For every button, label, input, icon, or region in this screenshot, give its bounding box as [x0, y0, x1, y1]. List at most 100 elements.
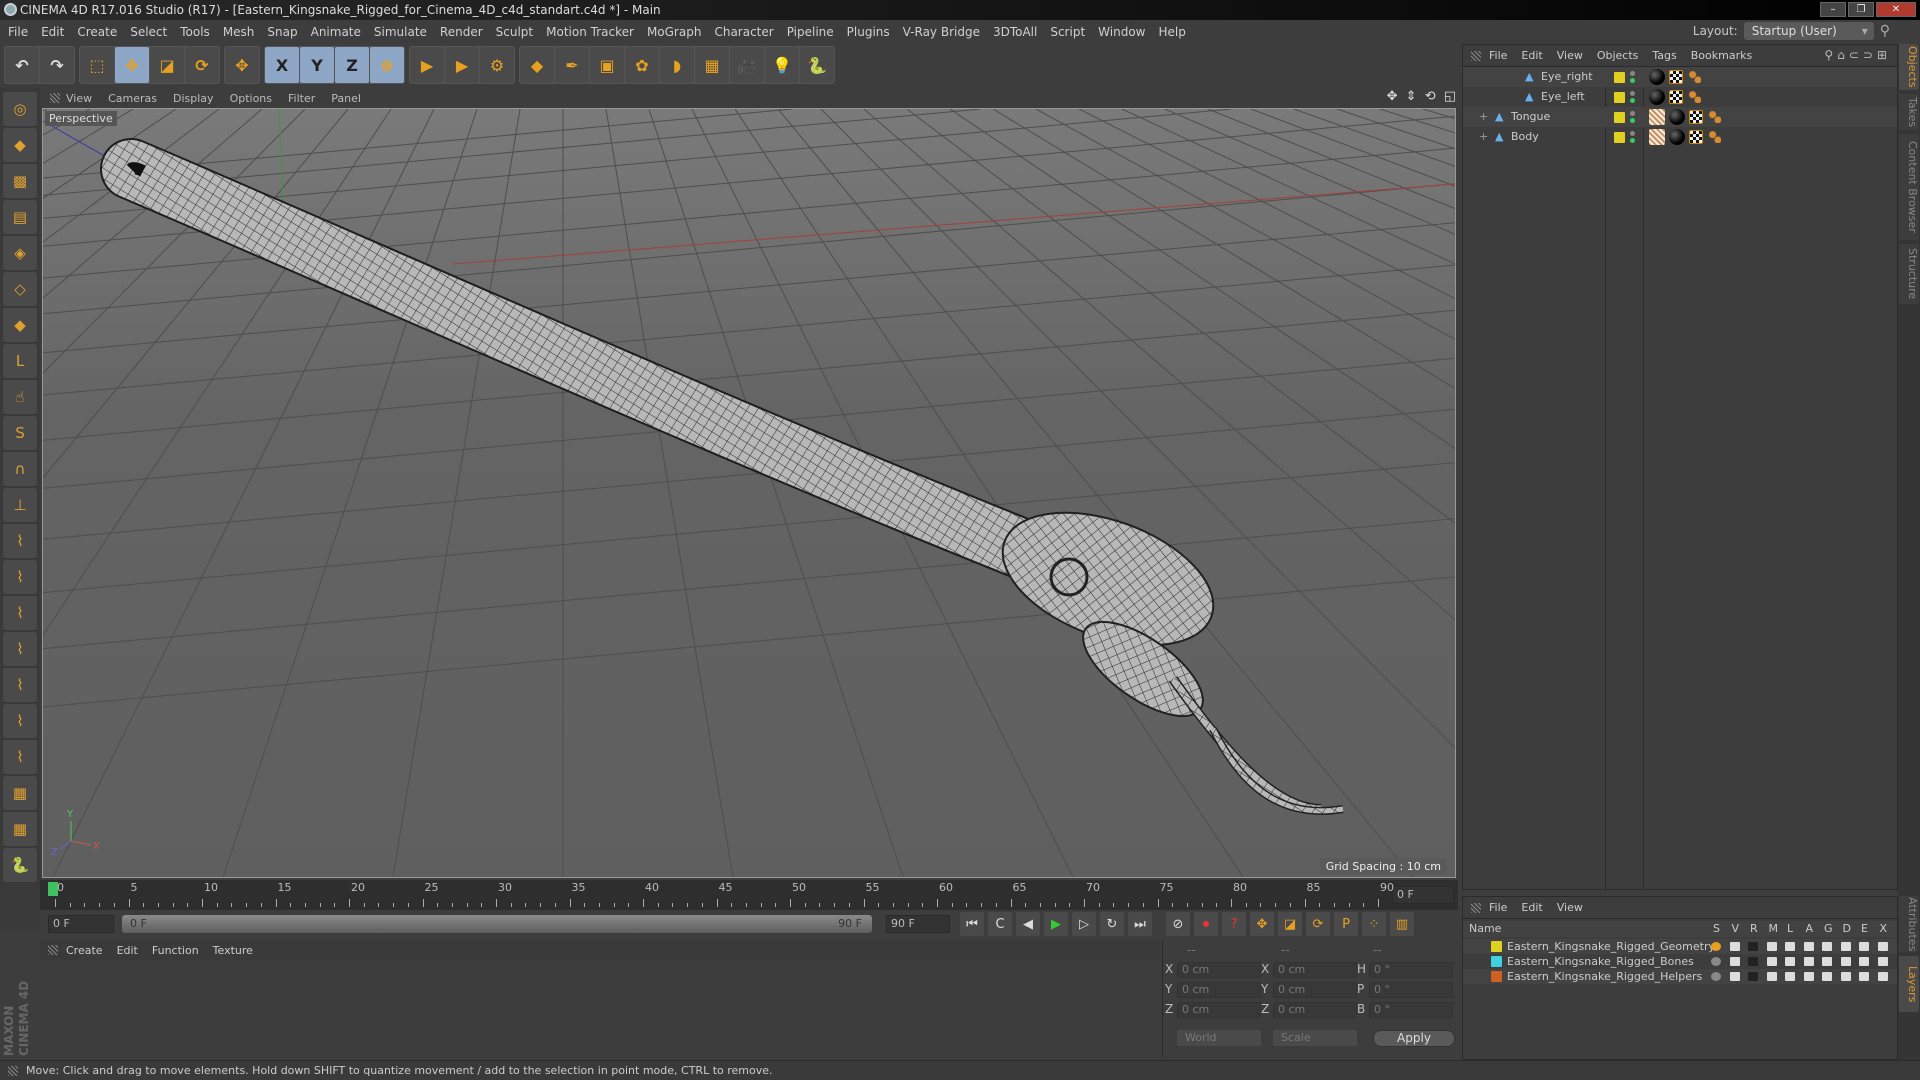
tweak-button[interactable]: ☝	[3, 380, 37, 414]
redo-button[interactable]: ↷	[40, 47, 74, 83]
texture-tag-icon[interactable]	[1669, 70, 1683, 84]
layer-locked-toggle-icon[interactable]	[1785, 942, 1795, 951]
layers-menu-view[interactable]: View	[1557, 901, 1583, 914]
layer-visible-toggle-icon[interactable]	[1729, 972, 1740, 981]
snap-button[interactable]: S	[3, 416, 37, 450]
key-rotation-button[interactable]: ⟳	[1306, 912, 1330, 936]
layer-color-swatch[interactable]	[1614, 132, 1625, 143]
sculpt-brush-2-button[interactable]: ⌇	[3, 560, 37, 594]
coord-field-x-size[interactable]: 0 cm	[1273, 962, 1357, 978]
light-button[interactable]: 💡	[765, 47, 799, 83]
deformer-button[interactable]: ◗	[660, 47, 694, 83]
link-icon[interactable]: ⊂⊃	[1849, 48, 1877, 62]
menu-window[interactable]: Window	[1098, 25, 1145, 39]
layer-generators-toggle-icon[interactable]	[1822, 957, 1832, 966]
menu-render[interactable]: Render	[440, 25, 483, 39]
layer-row[interactable]: Eastern_Kingsnake_Rigged_Helpers	[1463, 969, 1897, 984]
layer-color-swatch[interactable]	[1614, 112, 1625, 123]
material-tag-icon[interactable]	[1669, 109, 1685, 125]
play-button[interactable]: ▶	[1044, 912, 1068, 936]
material-tag-icon[interactable]	[1669, 129, 1685, 145]
next-key-button[interactable]: ↻	[1100, 912, 1124, 936]
magnet-button[interactable]: ∩	[3, 452, 37, 486]
render-view-button[interactable]: ▶	[410, 47, 444, 83]
current-frame-field[interactable]: 0 F	[1392, 886, 1454, 904]
layer-deformers-toggle-icon[interactable]	[1840, 972, 1851, 981]
coord-field-y-size[interactable]: 0 cm	[1273, 982, 1357, 998]
tab-structure[interactable]: Structure	[1899, 244, 1919, 304]
ik-tag-icon[interactable]	[1649, 129, 1665, 145]
material-menu-edit[interactable]: Edit	[117, 944, 138, 957]
layer-animation-toggle-icon[interactable]	[1803, 972, 1814, 981]
scale-button[interactable]: ◪	[150, 47, 184, 83]
minimize-button[interactable]: –	[1820, 2, 1846, 17]
menu-plugins[interactable]: Plugins	[847, 25, 890, 39]
sculpt-brush-4-button[interactable]: ⌇	[3, 632, 37, 666]
panel-grip[interactable]	[50, 93, 60, 103]
live-selection-button[interactable]: ⬚	[80, 47, 114, 83]
objects-menu-file[interactable]: File	[1489, 49, 1507, 62]
camera-button[interactable]: 🎥	[730, 47, 764, 83]
layer-locked-toggle-icon[interactable]	[1785, 957, 1795, 966]
layer-column-m[interactable]: M	[1769, 922, 1779, 935]
sculpt-brush-6-button[interactable]: ⌇	[3, 704, 37, 738]
menu-simulate[interactable]: Simulate	[374, 25, 427, 39]
material-manager[interactable]	[40, 960, 1160, 1058]
layer-locked-toggle-icon[interactable]	[1785, 972, 1795, 981]
frame-range-slider[interactable]: 0 F 90 F	[122, 915, 872, 933]
axis-button[interactable]: L	[3, 344, 37, 378]
tab-layers[interactable]: Layers	[1899, 956, 1919, 1012]
layer-solo-toggle-icon[interactable]	[1711, 972, 1721, 981]
panel-grip[interactable]	[48, 945, 58, 955]
move-button[interactable]: ✥	[115, 47, 149, 83]
x-axis-lock-button[interactable]: X	[265, 47, 299, 83]
step-back-button[interactable]: ◀	[1016, 912, 1040, 936]
layer-deformers-toggle-icon[interactable]	[1840, 942, 1851, 951]
objects-menu-view[interactable]: View	[1557, 49, 1583, 62]
sculpt-brush-7-button[interactable]: ⌇	[3, 740, 37, 774]
layer-column-v[interactable]: V	[1732, 922, 1740, 935]
texture-tag-icon[interactable]	[1689, 110, 1703, 124]
layer-column-e[interactable]: E	[1861, 922, 1868, 935]
menu-tools[interactable]: Tools	[180, 25, 210, 39]
maximize-button[interactable]: ❐	[1848, 2, 1874, 17]
objects-menu-bookmarks[interactable]: Bookmarks	[1691, 49, 1752, 62]
expand-icon[interactable]: +	[1479, 127, 1488, 147]
menu-create[interactable]: Create	[77, 25, 117, 39]
y-axis-lock-button[interactable]: Y	[300, 47, 334, 83]
menu-mesh[interactable]: Mesh	[223, 25, 255, 39]
object-row[interactable]: ▲ Eye_left	[1463, 87, 1897, 107]
search-icon[interactable]: ⚲	[1880, 23, 1890, 39]
tab-content-browser[interactable]: Content Browser	[1899, 134, 1919, 240]
layer-expressions-toggle-icon[interactable]	[1859, 972, 1869, 981]
tab-objects[interactable]: Objects	[1899, 44, 1919, 90]
render-visibility-dot[interactable]	[1630, 138, 1635, 143]
make-editable-button[interactable]: ◎	[3, 92, 37, 126]
menu-mograph[interactable]: MoGraph	[647, 25, 702, 39]
weight-tag-icon[interactable]	[1709, 131, 1721, 143]
menu-select[interactable]: Select	[130, 25, 167, 39]
layer-generators-toggle-icon[interactable]	[1822, 972, 1832, 981]
layout-dropdown[interactable]: Startup (User)	[1743, 22, 1874, 40]
layer-column-r[interactable]: R	[1750, 922, 1758, 935]
coord-field-h[interactable]: 0 °	[1369, 962, 1453, 978]
tab-takes[interactable]: Takes	[1899, 94, 1919, 130]
transform-mode-dropdown[interactable]: Scale	[1273, 1030, 1357, 1046]
layer-manager-toggle-icon[interactable]	[1766, 957, 1777, 966]
start-frame-field[interactable]: 0 F	[48, 915, 114, 933]
editor-visibility-dot[interactable]	[1630, 131, 1635, 136]
undo-button[interactable]: ↶	[5, 47, 39, 83]
layer-row[interactable]: Eastern_Kingsnake_Rigged_Bones	[1463, 954, 1897, 969]
layer-xrefs-toggle-icon[interactable]	[1877, 972, 1888, 981]
grid-snap-button[interactable]: ▦	[3, 812, 37, 846]
layer-color-swatch[interactable]	[1614, 92, 1625, 103]
render-visibility-dot[interactable]	[1630, 118, 1635, 123]
texture-tag-icon[interactable]	[1669, 90, 1683, 104]
material-menu-function[interactable]: Function	[152, 944, 199, 957]
subdivision-surface-button[interactable]: ▣	[590, 47, 624, 83]
go-to-end-button[interactable]: ⏭	[1128, 912, 1152, 936]
render-visibility-dot[interactable]	[1630, 98, 1635, 103]
key-scale-button[interactable]: ◪	[1278, 912, 1302, 936]
expand-icon[interactable]: +	[1479, 107, 1488, 127]
layer-visible-toggle-icon[interactable]	[1729, 942, 1740, 951]
